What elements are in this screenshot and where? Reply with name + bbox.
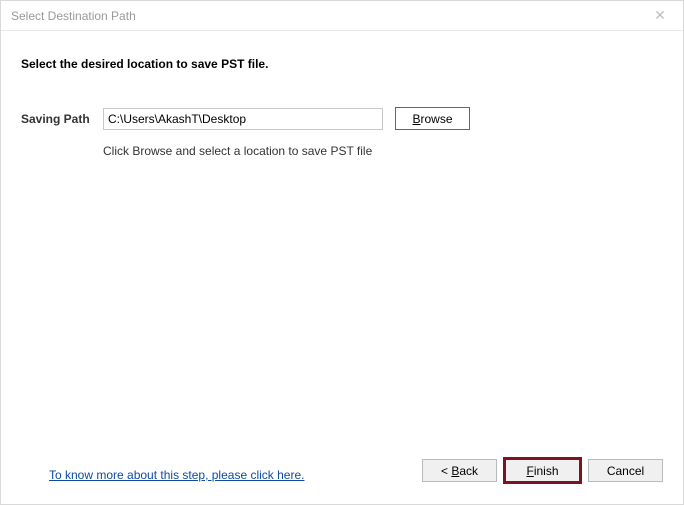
window-title: Select Destination Path: [9, 9, 645, 23]
select-destination-dialog: Select Destination Path ✕ Select the des…: [0, 0, 684, 505]
instruction-text: Select the desired location to save PST …: [21, 57, 663, 71]
hint-text: Click Browse and select a location to sa…: [103, 144, 663, 158]
cancel-button[interactable]: Cancel: [588, 459, 663, 482]
close-icon[interactable]: ✕: [645, 7, 675, 24]
saving-path-row: Saving Path Browse: [21, 107, 663, 130]
saving-path-input[interactable]: [103, 108, 383, 130]
titlebar: Select Destination Path ✕: [1, 1, 683, 31]
dialog-footer: To know more about this step, please cli…: [1, 449, 683, 504]
back-button[interactable]: < Back: [422, 459, 497, 482]
finish-button[interactable]: Finish: [505, 459, 580, 482]
saving-path-label: Saving Path: [21, 112, 103, 126]
dialog-content: Select the desired location to save PST …: [1, 31, 683, 449]
button-row: < Back Finish Cancel: [422, 459, 663, 482]
browse-button[interactable]: Browse: [395, 107, 470, 130]
help-link[interactable]: To know more about this step, please cli…: [49, 468, 304, 482]
